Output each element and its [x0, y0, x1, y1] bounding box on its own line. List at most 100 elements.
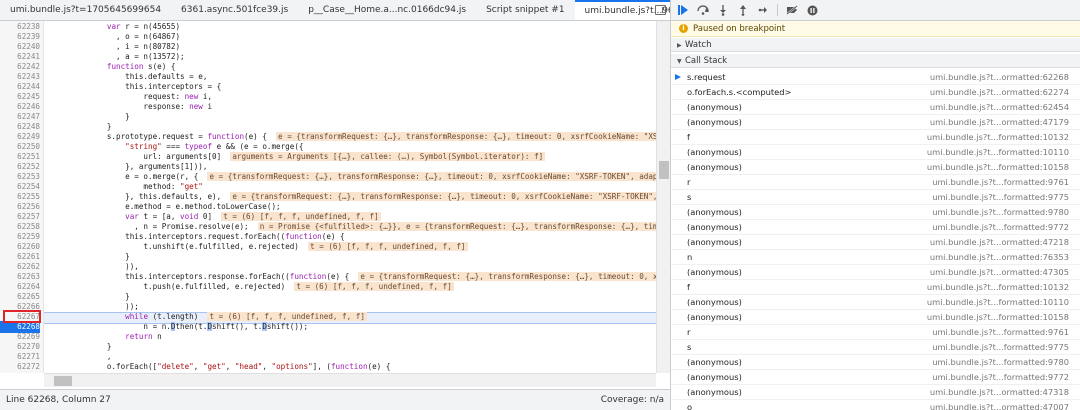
toggle-debugger-sidebar-button[interactable] — [650, 0, 670, 20]
call-frame-location[interactable]: umi.bundle.js?t...formatted:9761 — [932, 175, 1069, 190]
call-frame-location[interactable]: umi.bundle.js?t...formatted:10132 — [927, 130, 1069, 145]
line-number[interactable]: 62272 — [0, 362, 40, 372]
line-number[interactable]: 62240 — [0, 42, 40, 52]
line-number[interactable]: 62259 — [0, 232, 40, 242]
tab-file[interactable]: 6361.async.501fce39.js — [171, 0, 298, 20]
tab-file[interactable]: Script snippet #1 — [476, 0, 574, 20]
call-frame[interactable]: o umi.bundle.js?t...ormatted:47007 — [671, 400, 1080, 410]
call-frame-location[interactable]: umi.bundle.js?t...formatted:10110 — [927, 295, 1069, 310]
line-number[interactable]: 62253 — [0, 172, 40, 182]
line-number[interactable]: 62245 — [0, 92, 40, 102]
line-number[interactable]: 62260 — [0, 242, 40, 252]
line-number[interactable]: 62273 — [0, 372, 40, 373]
step-out-icon[interactable] — [737, 4, 749, 16]
call-frame[interactable]: (anonymous) umi.bundle.js?t...formatted:1… — [671, 310, 1080, 325]
call-frame-current[interactable]: s.request umi.bundle.js?t...ormatted:6226… — [671, 70, 1080, 85]
line-number[interactable]: 62243 — [0, 72, 40, 82]
horizontal-scrollbar[interactable] — [44, 373, 656, 387]
line-number[interactable]: 62262 — [0, 262, 40, 272]
call-frame[interactable]: (anonymous) umi.bundle.js?t...formatted:1… — [671, 160, 1080, 175]
call-frame[interactable]: r umi.bundle.js?t...formatted:9761 — [671, 175, 1080, 190]
vertical-scroll-thumb[interactable] — [659, 161, 669, 179]
line-number[interactable]: 62247 — [0, 112, 40, 122]
line-number[interactable]: 62244 — [0, 82, 40, 92]
line-number[interactable]: 62257 — [0, 212, 40, 222]
call-frame-location[interactable]: umi.bundle.js?t...ormatted:47007 — [930, 400, 1069, 410]
call-frame-location[interactable]: umi.bundle.js?t...formatted:9775 — [932, 340, 1069, 355]
code-editor[interactable]: 62238 62239 62240 62241 62242 62243 62244 62245… — [0, 21, 656, 373]
code-line: , n = Promise.resolve(e); n = Promise {<… — [52, 222, 656, 232]
line-number[interactable]: 62258 — [0, 222, 40, 232]
line-number[interactable]: 62271 — [0, 352, 40, 362]
call-frame-location[interactable]: umi.bundle.js?t...formatted:9772 — [932, 370, 1069, 385]
line-number[interactable]: 62263 — [0, 272, 40, 282]
call-frame-location[interactable]: umi.bundle.js?t...ormatted:47305 — [930, 265, 1069, 280]
tab-file[interactable]: p__Case__Home.a...nc.0166dc94.js — [298, 0, 476, 20]
line-number[interactable]: 62241 — [0, 52, 40, 62]
call-frame-location[interactable]: umi.bundle.js?t...formatted:10158 — [927, 310, 1069, 325]
line-number[interactable]: 62255 — [0, 192, 40, 202]
call-frame[interactable]: r umi.bundle.js?t...formatted:9761 — [671, 325, 1080, 340]
call-frame[interactable]: (anonymous) umi.bundle.js?t...formatted:9… — [671, 355, 1080, 370]
tab-file[interactable]: umi.bundle.js?t=1705645699654 — [0, 0, 171, 20]
line-number[interactable]: 62252 — [0, 162, 40, 172]
call-frame[interactable]: (anonymous) umi.bundle.js?t...formatted:9… — [671, 205, 1080, 220]
pause-on-exceptions-icon[interactable] — [806, 4, 818, 16]
call-frame-location[interactable]: umi.bundle.js?t...ormatted:76353 — [930, 250, 1069, 265]
call-frame[interactable]: (anonymous) umi.bundle.js?t...formatted:9… — [671, 220, 1080, 235]
line-number[interactable]: 62265 — [0, 292, 40, 302]
call-frame[interactable]: (anonymous) umi.bundle.js?t...ormatted:47… — [671, 115, 1080, 130]
call-frame[interactable]: f umi.bundle.js?t...formatted:10132 — [671, 280, 1080, 295]
call-frame-location[interactable]: umi.bundle.js?t...formatted:10110 — [927, 145, 1069, 160]
call-frame[interactable]: (anonymous) umi.bundle.js?t...ormatted:47… — [671, 385, 1080, 400]
call-frame[interactable]: (anonymous) umi.bundle.js?t...ormatted:47… — [671, 235, 1080, 250]
line-number[interactable]: 62238 — [0, 22, 40, 32]
call-frame[interactable]: (anonymous) umi.bundle.js?t...formatted:1… — [671, 295, 1080, 310]
line-number[interactable]: 62270 — [0, 342, 40, 352]
watch-section-header[interactable]: ▶ Watch — [671, 38, 1080, 52]
call-frame-location[interactable]: umi.bundle.js?t...ormatted:47179 — [930, 115, 1069, 130]
line-number[interactable]: 62261 — [0, 252, 40, 262]
call-frame[interactable]: n umi.bundle.js?t...ormatted:76353 — [671, 250, 1080, 265]
step-into-icon[interactable] — [717, 4, 729, 16]
call-frame[interactable]: (anonymous) umi.bundle.js?t...formatted:1… — [671, 145, 1080, 160]
callstack-section-header[interactable]: ▼ Call Stack — [671, 54, 1080, 68]
call-frame-location[interactable]: umi.bundle.js?t...formatted:10158 — [927, 160, 1069, 175]
line-number[interactable]: 62269 — [0, 332, 40, 342]
line-number[interactable]: 62242 — [0, 62, 40, 72]
line-number[interactable]: 62256 — [0, 202, 40, 212]
line-number[interactable]: 62249 — [0, 132, 40, 142]
call-frame[interactable]: (anonymous) umi.bundle.js?t...ormatted:62… — [671, 100, 1080, 115]
line-number[interactable]: 62251 — [0, 152, 40, 162]
call-frame-location[interactable]: umi.bundle.js?t...ormatted:62274 — [930, 85, 1069, 100]
call-frame-location[interactable]: umi.bundle.js?t...ormatted:62454 — [930, 100, 1069, 115]
call-frame[interactable]: s umi.bundle.js?t...formatted:9775 — [671, 340, 1080, 355]
line-number[interactable]: 62246 — [0, 102, 40, 112]
resume-icon[interactable] — [677, 4, 689, 16]
call-frame-location[interactable]: umi.bundle.js?t...ormatted:47218 — [930, 235, 1069, 250]
line-number[interactable]: 62254 — [0, 182, 40, 192]
line-number[interactable]: 62248 — [0, 122, 40, 132]
call-frame-location[interactable]: umi.bundle.js?t...formatted:9772 — [932, 220, 1069, 235]
call-frame[interactable]: (anonymous) umi.bundle.js?t...ormatted:47… — [671, 265, 1080, 280]
step-icon[interactable] — [757, 4, 769, 16]
deactivate-breakpoints-icon[interactable] — [786, 4, 798, 16]
call-frame-location[interactable]: umi.bundle.js?t...formatted:9775 — [932, 190, 1069, 205]
coverage-status[interactable]: Coverage: n/a — [601, 395, 664, 405]
call-frame-location[interactable]: umi.bundle.js?t...formatted:9761 — [932, 325, 1069, 340]
line-number[interactable]: 62250 — [0, 142, 40, 152]
horizontal-scroll-thumb[interactable] — [54, 376, 72, 386]
step-over-icon[interactable] — [697, 4, 709, 16]
call-frame-location[interactable]: umi.bundle.js?t...formatted:9780 — [932, 205, 1069, 220]
call-frame-location[interactable]: umi.bundle.js?t...formatted:10132 — [927, 280, 1069, 295]
line-number[interactable]: 62264 — [0, 282, 40, 292]
call-frame[interactable]: f umi.bundle.js?t...formatted:10132 — [671, 130, 1080, 145]
call-frame-location[interactable]: umi.bundle.js?t...ormatted:62268 — [930, 70, 1069, 85]
call-frame[interactable]: (anonymous) umi.bundle.js?t...formatted:9… — [671, 370, 1080, 385]
call-frame-location[interactable]: umi.bundle.js?t...formatted:9780 — [932, 355, 1069, 370]
vertical-scrollbar[interactable] — [656, 21, 670, 373]
line-number[interactable]: 62239 — [0, 32, 40, 42]
call-frame[interactable]: o.forEach.s.<computed> umi.bundle.js?t...… — [671, 85, 1080, 100]
call-frame[interactable]: s umi.bundle.js?t...formatted:9775 — [671, 190, 1080, 205]
call-frame-location[interactable]: umi.bundle.js?t...ormatted:47318 — [930, 385, 1069, 400]
